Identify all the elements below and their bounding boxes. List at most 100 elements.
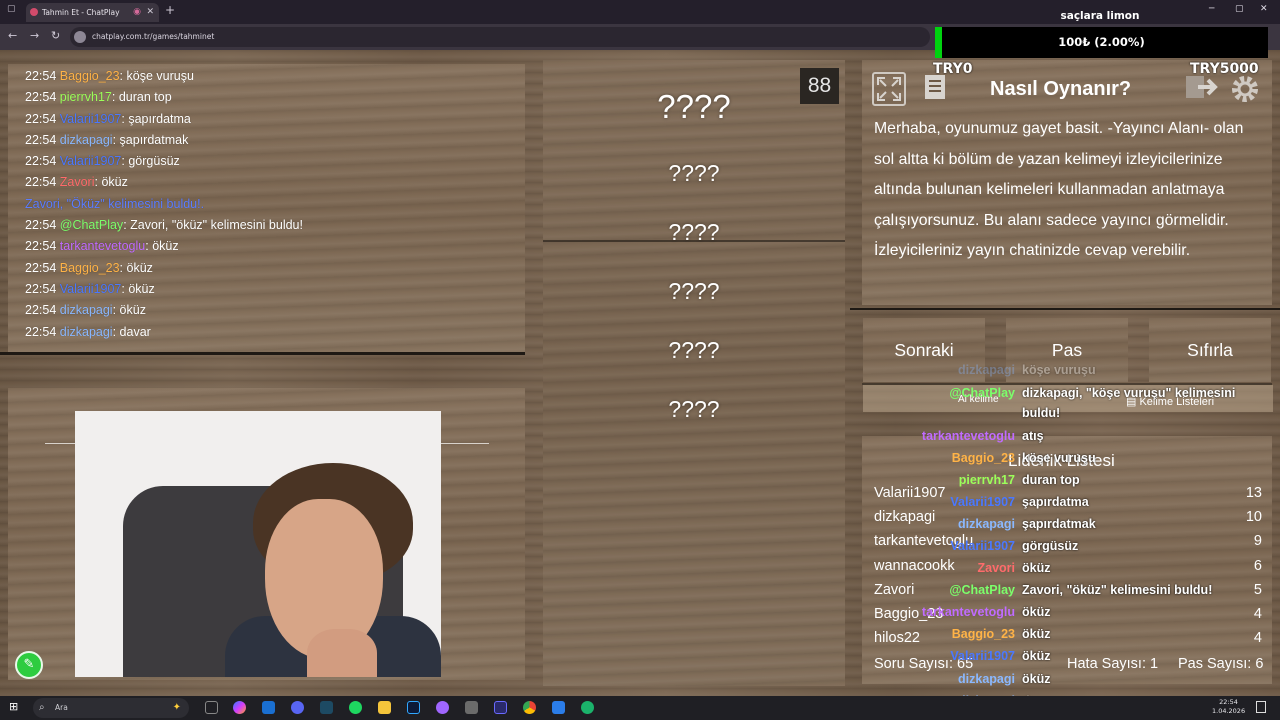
taskbar-search-placeholder: Ara [55, 703, 68, 712]
overlay-chat-username: dizkapagi [958, 363, 1015, 377]
leaderboard-name: Valarii1907 [874, 485, 946, 501]
chat-message: 22:54 dizkapagi: şapırdatmak [25, 132, 189, 147]
overlay-chat-message: duran top [1022, 473, 1080, 487]
chat-timestamp: 22:54 [25, 303, 57, 318]
reset-button[interactable]: Sıfırla [1149, 318, 1271, 382]
round-timer: 88 [800, 68, 839, 104]
task-view-icon[interactable] [205, 701, 218, 714]
leaderboard-score: 9 [1253, 533, 1262, 550]
howto-text: Merhaba, oyunumuz gayet basit. -Yayıncı … [874, 120, 1244, 260]
chat-timestamp: 22:54 [25, 239, 57, 254]
chat-username[interactable]: Zavori [60, 175, 95, 189]
url-text: chatplay.com.tr/games/tahminet [92, 32, 215, 41]
terminal-icon[interactable] [320, 701, 333, 714]
chat-message-text: şapırdatma [128, 111, 191, 126]
taskbar-search[interactable]: ⌕ Ara ✦ [33, 698, 189, 718]
reload-icon[interactable]: ↻ [51, 29, 60, 42]
overlay-chat-message: Zavori, "öküz" kelimesini buldu! [1022, 583, 1213, 597]
chat-username[interactable]: Baggio_23 [60, 69, 120, 83]
chat-message-text: duran top [118, 90, 172, 105]
overlay-chat-username: Baggio_23 [951, 627, 1015, 641]
leaderboard-score: 5 [1253, 581, 1262, 598]
copilot-sparkle-icon: ✦ [172, 702, 181, 713]
words-plank [543, 60, 845, 686]
chat-list: 22:54 Baggio_23: köşe vuruşu 22:54 pierrv… [12, 66, 522, 343]
app-icon[interactable] [436, 701, 449, 714]
app-icon[interactable] [581, 701, 594, 714]
pass-count: Pas Sayısı: 6 [1178, 656, 1264, 672]
chat-message-text: öküz [126, 260, 153, 275]
chat-username[interactable]: dizkapagi [60, 303, 113, 317]
overlay-chat-message: görgüsüz [1022, 539, 1079, 553]
notifications-icon[interactable] [1256, 701, 1266, 713]
site-info-icon[interactable] [74, 31, 86, 43]
tab-menu-icon[interactable]: ▢ [7, 4, 16, 14]
minimize-icon[interactable]: ─ [1209, 4, 1214, 14]
fullscreen-icon[interactable] [872, 72, 906, 106]
tab-close-icon[interactable]: ✕ [146, 3, 154, 22]
chat-timestamp: 22:54 [25, 260, 57, 275]
chat-timestamp: 22:54 [25, 132, 57, 147]
leaderboard-score: 4 [1253, 630, 1262, 647]
chat-username[interactable]: @ChatPlay [60, 218, 123, 232]
chat-message: 22:54 @ChatPlay: Zavori, "öküz" kelimesi… [25, 218, 303, 233]
forward-icon[interactable]: → [30, 29, 39, 42]
chat-username[interactable]: Valarii1907 [60, 282, 122, 296]
app-icon[interactable] [552, 701, 565, 714]
new-tab-icon[interactable]: + [165, 3, 175, 17]
chat-message: 22:54 Baggio_23: öküz [25, 260, 153, 275]
chat-username[interactable]: Valarii1907 [60, 154, 122, 168]
chat-username[interactable]: dizkapagi [60, 133, 113, 147]
chat-username[interactable]: Valarii1907 [60, 112, 122, 126]
overlay-chat-username: tarkantevetoglu [921, 605, 1015, 619]
overlay-chat-message: öküz [1022, 649, 1051, 663]
tab-audio-icon[interactable]: ◉ [133, 3, 141, 22]
goal-progress-bar: 100₺ (2.00%) [935, 27, 1268, 58]
leaderboard-score: 10 [1245, 509, 1262, 526]
overlay-chat-message: şapırdatmak [1022, 517, 1096, 531]
overlay-chat-message: öküz [1022, 605, 1051, 619]
chat-username[interactable]: dizkapagi [60, 325, 113, 339]
folder-icon[interactable] [378, 701, 391, 714]
edit-pencil-icon[interactable]: ✎ [15, 651, 43, 679]
tab-title: Tahmin Et - ChatPlay [42, 8, 120, 17]
chat-message: 22:54 dizkapagi: öküz [25, 303, 146, 318]
app-icon[interactable] [494, 701, 507, 714]
overlay-chat-message: köşe vuruşu [1022, 363, 1096, 377]
leaderboard-score: 4 [1253, 606, 1262, 622]
back-icon[interactable]: ← [8, 29, 17, 42]
maximize-icon[interactable]: ▢ [1235, 4, 1244, 14]
chat-message-text: Zavori, "öküz" kelimesini buldu! [130, 218, 303, 233]
chat-system-message: Zavori, "Öküz" kelimesini buldu!. [25, 196, 205, 211]
chat-username[interactable]: Baggio_23 [60, 261, 120, 275]
leaderboard-row: wannacookk 6 [874, 558, 1262, 582]
chat-message-text: öküz [152, 239, 179, 254]
chat-message-text: davar [119, 324, 151, 339]
chat-message: 22:54 pierrvh17: duran top [25, 90, 172, 105]
chat-timestamp: 22:54 [25, 90, 57, 105]
forbidden-word: ???? [668, 160, 720, 186]
leaderboard-score: 6 [1253, 557, 1262, 574]
store-icon[interactable] [262, 701, 275, 714]
start-icon[interactable]: ⊞ [9, 700, 18, 713]
minecraft-icon[interactable] [465, 701, 478, 714]
chat-username[interactable]: tarkantevetoglu [60, 239, 145, 253]
overlay-chat-message: atış [1022, 429, 1044, 443]
chat-username[interactable]: pierrvh17 [60, 90, 112, 104]
spotify-icon[interactable] [349, 701, 362, 714]
taskbar: ⊞ ⌕ Ara ✦ 22:54 1.04.2026 [0, 696, 1280, 720]
chrome-icon[interactable] [523, 701, 536, 714]
photoshop-icon[interactable] [407, 701, 420, 714]
settings-gear-icon[interactable] [1228, 72, 1262, 106]
clock-date: 1.04.2026 [1212, 707, 1246, 715]
address-bar[interactable]: chatplay.com.tr/games/tahminet [70, 27, 930, 47]
browser-tab[interactable]: Tahmin Et - ChatPlay ◉ ✕ [26, 3, 159, 22]
overlay-chat-message: öküz [1022, 672, 1051, 686]
close-window-icon[interactable]: ✕ [1260, 4, 1268, 14]
chat-message-text: öküz [128, 281, 155, 296]
exit-icon[interactable] [1184, 72, 1218, 106]
discord-icon[interactable] [291, 701, 304, 714]
chat-timestamp: 22:54 [25, 324, 57, 339]
notes-icon[interactable] [918, 72, 952, 106]
copilot-icon[interactable] [233, 701, 246, 714]
